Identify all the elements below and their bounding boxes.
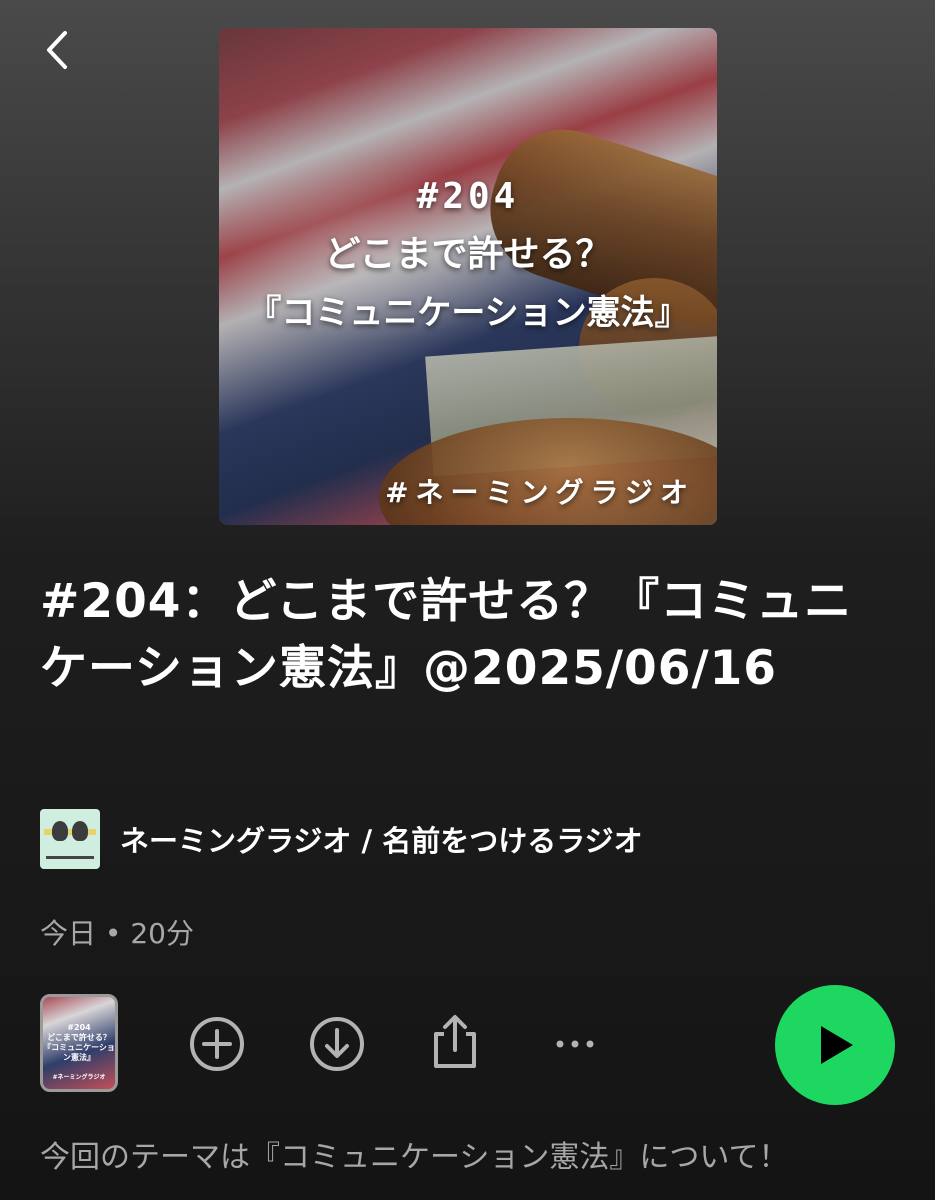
plus-circle-icon (190, 1017, 244, 1071)
cover-hashtag: #ネーミングラジオ (385, 476, 695, 509)
show-name: ネーミングラジオ / 名前をつけるラジオ (120, 824, 643, 858)
episode-cover-art: #204 どこまで許せる？ 『コミュニケーション憲法』 #ネーミングラジオ (219, 28, 717, 525)
play-button[interactable] (775, 985, 895, 1105)
chevron-left-icon (47, 31, 67, 69)
more-options-button[interactable] (543, 1012, 607, 1076)
download-button[interactable] (305, 1012, 369, 1076)
show-thumbnail (40, 809, 100, 869)
share-icon (434, 1015, 476, 1068)
cover-title-line: どこまで許せる？ (324, 234, 612, 275)
back-button[interactable] (30, 22, 86, 78)
episode-title: #204：どこまで許せる？『コミュニケーション憲法』@2025/06/16 (40, 574, 853, 696)
cover-episode-number: #204 (416, 176, 520, 217)
cover-title: #204 どこまで許せる？ 『コミュニケーション憲法』 (219, 168, 717, 342)
share-button[interactable] (423, 1010, 487, 1074)
episode-description: 今回のテーマは『コミュニケーション憲法』について！ (40, 1140, 789, 1175)
show-link[interactable]: ネーミングラジオ / 名前をつけるラジオ (40, 808, 643, 870)
episode-preview-thumbnail[interactable]: #204 どこまで許せる？ 『コミュニケーション憲法』 #ネーミングラジオ (40, 994, 118, 1092)
cover-title-line: 『コミュニケーション憲法』 (247, 293, 689, 333)
episode-meta: 今日 • 20分 (40, 917, 194, 950)
more-horizontal-icon (556, 1040, 594, 1048)
download-circle-icon (310, 1017, 364, 1071)
play-icon (821, 1026, 853, 1064)
add-to-library-button[interactable] (185, 1012, 249, 1076)
